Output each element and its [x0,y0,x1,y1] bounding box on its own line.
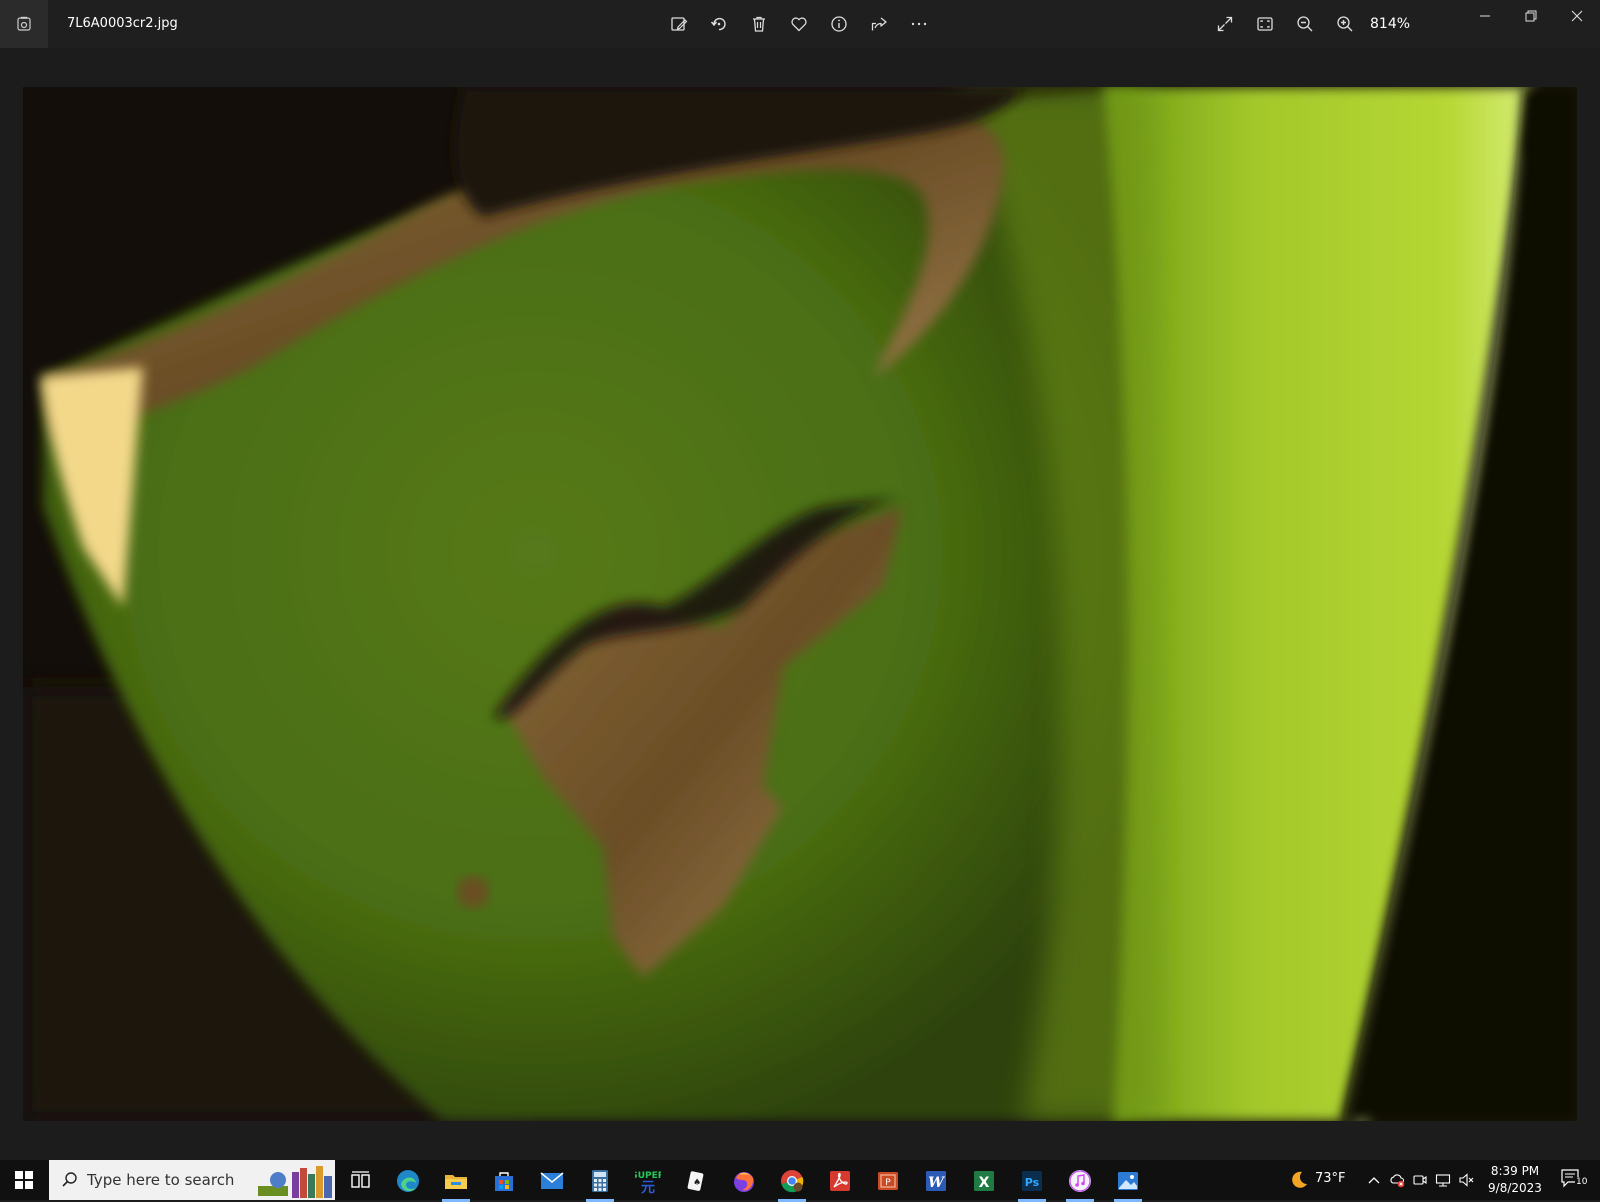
svg-text:W: W [928,1175,945,1191]
svg-text:Ps: Ps [1025,1176,1040,1189]
info-icon[interactable] [823,8,855,40]
store-icon[interactable] [484,1164,524,1198]
zoom-out-icon[interactable] [1289,8,1321,40]
edge-icon[interactable] [388,1164,428,1198]
firefox-icon[interactable] [724,1164,764,1198]
solitaire-icon[interactable]: ♠ [676,1164,716,1198]
search-placeholder: Type here to search [87,1171,235,1189]
edit-image-icon[interactable] [663,8,695,40]
taskbar-clock[interactable]: 8:39 PM 9/8/2023 [1484,1163,1546,1197]
excel-icon[interactable]: X [964,1164,1004,1198]
start-button[interactable] [0,1160,48,1200]
weather-temperature[interactable]: 73°F [1315,1171,1346,1186]
cloud-error-icon[interactable] [1388,1171,1406,1189]
svg-text:元: 元 [641,1180,655,1194]
svg-text:P: P [885,1178,891,1188]
calculator-icon[interactable] [580,1164,620,1202]
volume-muted-icon[interactable] [1457,1171,1475,1189]
clock-date: 9/8/2023 [1488,1181,1542,1195]
share-icon[interactable] [863,8,895,40]
photos-app-icon[interactable] [0,0,48,48]
search-box[interactable]: Type here to search [49,1160,335,1200]
notification-center-icon[interactable]: 10 [1560,1168,1589,1192]
minimize-icon[interactable] [1462,0,1508,32]
books-highlight-icon [258,1166,332,1198]
restore-icon[interactable] [1508,0,1554,32]
file-explorer-icon[interactable] [436,1164,476,1202]
mail-icon[interactable] [532,1164,572,1198]
network-icon[interactable] [1434,1171,1452,1189]
zoomed-photo[interactable] [23,87,1577,1121]
chevron-up-icon[interactable] [1365,1171,1383,1189]
taskbar: Type here to search SUPER元 ♠ [0,1160,1600,1202]
word-icon[interactable]: W [916,1164,956,1198]
photos-icon[interactable] [1108,1164,1148,1202]
photoshop-icon[interactable]: Ps [1012,1164,1052,1202]
file-name: 7L6A0003cr2.jpg [67,16,178,31]
leaf-photo-image [23,87,1577,1121]
close-icon[interactable] [1554,0,1600,32]
zoom-level[interactable]: 814% [1370,16,1410,32]
favorite-icon[interactable] [783,8,815,40]
delete-icon[interactable] [743,8,775,40]
search-icon [62,1172,77,1187]
rotate-icon[interactable] [703,8,735,40]
super-app-icon[interactable]: SUPER元 [628,1164,668,1198]
image-viewer[interactable] [0,48,1600,1160]
chrome-icon[interactable] [772,1164,812,1202]
fullscreen-icon[interactable] [1209,8,1241,40]
more-icon[interactable] [903,8,935,40]
notification-count: 10 [1575,1177,1589,1187]
svg-text:X: X [979,1175,990,1191]
windows-icon [15,1171,33,1189]
zoom-in-icon[interactable] [1329,8,1361,40]
weather-moon-icon[interactable] [1288,1169,1310,1191]
task-view-icon[interactable] [340,1164,380,1198]
fit-window-icon[interactable] [1249,8,1281,40]
title-bar: 7L6A0003cr2.jpg 814% [0,0,1600,48]
clock-time: 8:39 PM [1490,1164,1540,1178]
acrobat-icon[interactable] [820,1164,860,1198]
meet-now-icon[interactable] [1411,1171,1429,1189]
itunes-icon[interactable] [1060,1164,1100,1202]
powerpoint-icon[interactable]: P [868,1164,908,1198]
svg-text:♠: ♠ [693,1178,701,1188]
